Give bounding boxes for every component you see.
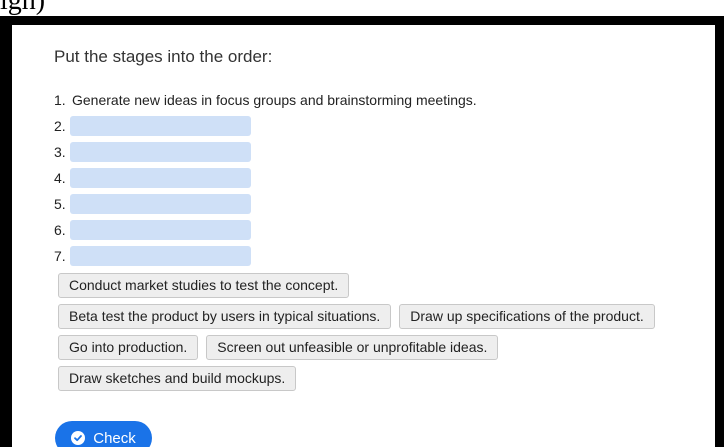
- stage-row-1: 1. Generate new ideas in focus groups an…: [54, 87, 477, 113]
- drop-slot-4[interactable]: [70, 168, 251, 188]
- drop-slot-2[interactable]: [70, 116, 251, 136]
- option-chip[interactable]: Draw up specifications of the product.: [399, 304, 655, 329]
- stage-number: 1.: [54, 92, 66, 108]
- stage-row-7: 7.: [54, 243, 477, 269]
- page: igh) Put the stages into the order: 1. G…: [0, 0, 724, 447]
- stage-row-3: 3.: [54, 139, 477, 165]
- stage-text: Generate new ideas in focus groups and b…: [72, 92, 477, 108]
- exercise-panel: Put the stages into the order: 1. Genera…: [12, 25, 715, 447]
- check-button-label: Check: [93, 429, 136, 447]
- option-row: Draw sketches and build mockups.: [58, 366, 663, 392]
- option-row: Conduct market studies to test the conce…: [58, 273, 663, 299]
- drop-slot-6[interactable]: [70, 220, 251, 240]
- option-row: Go into production. Screen out unfeasibl…: [58, 335, 663, 361]
- stage-row-6: 6.: [54, 217, 477, 243]
- check-circle-icon: [71, 431, 86, 445]
- drop-slot-3[interactable]: [70, 142, 251, 162]
- stage-row-4: 4.: [54, 165, 477, 191]
- option-chip[interactable]: Beta test the product by users in typica…: [58, 304, 392, 329]
- option-chip[interactable]: Conduct market studies to test the conce…: [58, 273, 350, 298]
- stage-number: 5.: [54, 196, 66, 212]
- screen-frame: Put the stages into the order: 1. Genera…: [0, 16, 724, 447]
- stage-row-5: 5.: [54, 191, 477, 217]
- stage-number: 4.: [54, 170, 66, 186]
- check-button[interactable]: Check: [55, 421, 152, 447]
- stage-number: 2.: [54, 118, 66, 134]
- stage-list: 1. Generate new ideas in focus groups an…: [54, 87, 477, 269]
- option-bank: Conduct market studies to test the conce…: [58, 273, 663, 397]
- option-chip[interactable]: Screen out unfeasible or unprofitable id…: [206, 335, 499, 360]
- stage-number: 6.: [54, 222, 66, 238]
- cropped-caption: igh): [0, 0, 46, 16]
- drop-slot-7[interactable]: [70, 246, 251, 266]
- option-chip[interactable]: Draw sketches and build mockups.: [58, 366, 297, 391]
- stage-row-2: 2.: [54, 113, 477, 139]
- drop-slot-5[interactable]: [70, 194, 251, 214]
- option-chip[interactable]: Go into production.: [58, 335, 199, 360]
- stage-number: 3.: [54, 144, 66, 160]
- option-row: Beta test the product by users in typica…: [58, 304, 663, 330]
- stage-number: 7.: [54, 248, 66, 264]
- question-text: Put the stages into the order:: [54, 47, 273, 66]
